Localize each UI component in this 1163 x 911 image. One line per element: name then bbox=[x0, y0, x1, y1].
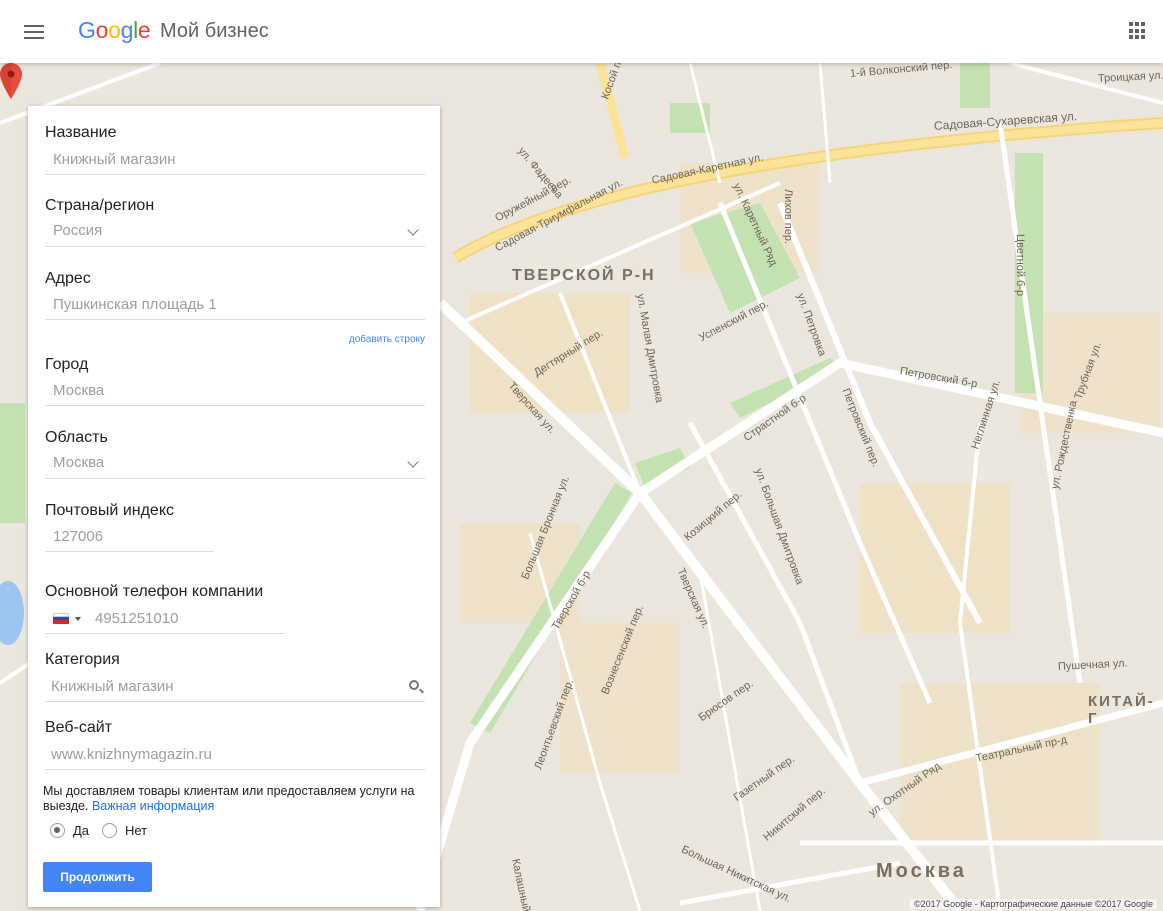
website-label: Веб-сайт bbox=[45, 719, 113, 736]
city-label: Город bbox=[45, 356, 89, 373]
address-input[interactable] bbox=[45, 290, 425, 319]
map-copyright: ©2017 Google - Картографические данные ©… bbox=[910, 899, 1157, 909]
russia-flag-icon[interactable] bbox=[53, 613, 69, 624]
radio-no-label: Нет bbox=[125, 823, 148, 838]
website-input[interactable] bbox=[45, 740, 425, 769]
important-info-link[interactable]: Важная информация bbox=[92, 799, 214, 813]
country-label: Страна/регион bbox=[45, 197, 155, 214]
street-label: Цветной б-р bbox=[1014, 234, 1026, 297]
website-field[interactable] bbox=[45, 740, 425, 770]
address-label: Адрес bbox=[45, 270, 91, 287]
radio-no[interactable]: Нет bbox=[102, 823, 147, 838]
region-value: Москва bbox=[53, 454, 105, 471]
postal-input[interactable] bbox=[45, 522, 214, 551]
region-label: Область bbox=[45, 429, 108, 446]
district-kitay: КИТАЙ-Г bbox=[1088, 693, 1155, 727]
category-field[interactable] bbox=[45, 672, 425, 702]
country-value: Россия bbox=[53, 222, 103, 239]
postal-field[interactable] bbox=[45, 522, 214, 552]
phone-input[interactable] bbox=[45, 604, 285, 633]
address-field[interactable] bbox=[45, 290, 425, 320]
chevron-down-icon bbox=[407, 224, 419, 236]
product-name: Мой бизнес bbox=[160, 20, 269, 42]
location-pin-icon[interactable] bbox=[0, 63, 22, 99]
top-bar: Google Мой бизнес bbox=[0, 0, 1163, 63]
radio-yes-label: Да bbox=[73, 823, 90, 838]
chevron-down-icon bbox=[407, 456, 419, 468]
city-input[interactable] bbox=[45, 376, 425, 405]
radio-yes[interactable]: Да bbox=[50, 823, 89, 838]
radio-button[interactable] bbox=[102, 823, 117, 838]
category-label: Категория bbox=[45, 651, 120, 668]
add-row-link[interactable]: добавить строку bbox=[349, 334, 425, 345]
apps-grid-icon[interactable] bbox=[1129, 22, 1147, 40]
postal-label: Почтовый индекс bbox=[45, 502, 174, 519]
continue-button[interactable]: Продолжить bbox=[43, 862, 152, 892]
category-input[interactable] bbox=[45, 672, 425, 701]
search-icon[interactable] bbox=[409, 680, 419, 690]
region-select[interactable]: Москва bbox=[45, 449, 425, 479]
name-label: Название bbox=[45, 124, 117, 141]
radio-button-checked[interactable] bbox=[50, 823, 65, 838]
phone-label: Основной телефон компании bbox=[45, 583, 264, 600]
name-field[interactable] bbox=[45, 145, 425, 175]
business-form-card: Название Страна/регион Россия Адрес доба… bbox=[28, 106, 440, 907]
menu-icon[interactable] bbox=[22, 22, 46, 42]
city-field[interactable] bbox=[45, 376, 425, 406]
phone-field[interactable] bbox=[45, 604, 285, 634]
caret-down-icon[interactable] bbox=[75, 617, 81, 621]
delivery-note: Мы доставляем товары клиентам или предос… bbox=[43, 784, 433, 814]
street-label: Лихов пер. bbox=[782, 189, 794, 245]
district-tverskoy: ТВЕРСКОЙ Р-Н bbox=[512, 267, 656, 284]
country-select[interactable]: Россия bbox=[45, 217, 425, 247]
google-logo[interactable]: Google bbox=[78, 17, 151, 44]
name-input[interactable] bbox=[45, 145, 425, 174]
city-label: Москва bbox=[876, 860, 967, 882]
